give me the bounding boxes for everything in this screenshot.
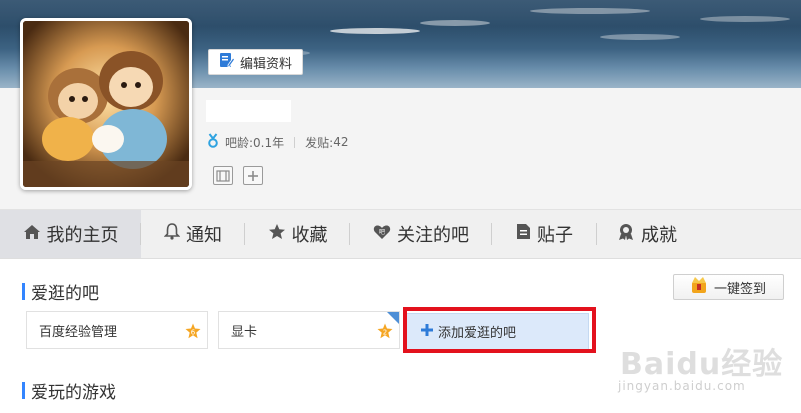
level-badge-icon: 6	[185, 323, 201, 343]
tab-posts[interactable]: 贴子	[492, 210, 597, 258]
posts-value: 42	[333, 135, 349, 149]
tab-achievements[interactable]: 成就	[597, 210, 697, 258]
stats-divider	[294, 136, 296, 148]
document-icon	[516, 223, 531, 245]
edit-profile-label: 编辑资料	[240, 56, 293, 72]
tab-favorites-label: 收藏	[291, 225, 328, 246]
favorite-bars-title: 爱逛的吧	[22, 279, 99, 304]
tab-achievements-label: 成就	[641, 225, 677, 246]
avatar[interactable]	[20, 18, 192, 190]
level-badge-icon: 2	[377, 323, 393, 343]
favorite-bar-name: 百度经验管理	[39, 324, 118, 340]
star-icon	[268, 223, 286, 245]
profile-stats: 吧龄: 0.1年 发贴: 42	[207, 133, 348, 151]
profile-mini-icons	[213, 166, 263, 185]
games-title: 爱玩的游戏	[22, 378, 116, 403]
sign-in-label: 一键签到	[714, 281, 767, 297]
one-click-sign-in-button[interactable]: 一键签到	[673, 274, 784, 300]
corner-flag-icon	[387, 312, 399, 324]
favorite-bars-title-text: 爱逛的吧	[31, 284, 99, 304]
username	[206, 100, 291, 122]
section-accent	[22, 382, 25, 399]
tab-followed-bars[interactable]: 吧 关注的吧	[350, 210, 492, 258]
watermark-brand: Baidu经验	[620, 347, 784, 382]
bell-icon	[163, 223, 181, 245]
edit-icon	[219, 52, 236, 72]
tab-favorites[interactable]: 收藏	[245, 210, 350, 258]
favorite-bar-card[interactable]: 百度经验管理 6	[26, 311, 208, 349]
favorite-bar-card[interactable]: 显卡 2	[218, 311, 400, 349]
games-title-text: 爱玩的游戏	[31, 383, 116, 403]
svg-text:吧: 吧	[379, 229, 385, 236]
add-badge-icon[interactable]	[243, 166, 263, 185]
posts-label: 发贴:	[305, 135, 334, 150]
bar-age-icon	[207, 133, 219, 151]
level-badge-number: 6	[191, 329, 196, 337]
baidu-jingyan-watermark: Baidu经验 jingyan.baidu.com	[608, 339, 798, 399]
bar-age-value: 0.1年	[253, 135, 285, 150]
level-badge-number: 2	[383, 329, 387, 337]
tab-notifications[interactable]: 通知	[141, 210, 245, 258]
watermark-url: jingyan.baidu.com	[618, 379, 746, 393]
edit-profile-button[interactable]: 编辑资料	[208, 49, 303, 75]
bar-age-label: 吧龄:	[225, 135, 254, 150]
favorite-bar-name: 显卡	[231, 324, 258, 340]
highlight-box	[403, 307, 596, 353]
home-icon	[23, 224, 41, 245]
medal-icon	[617, 223, 635, 246]
tab-notifications-label: 通知	[186, 225, 222, 246]
section-accent	[22, 283, 25, 300]
badge-slot-icon[interactable]	[213, 166, 233, 185]
page: 编辑资料 吧龄: 0.1年 发贴: 42 我的主页 通知 收藏 吧 关注的吧 贴…	[0, 0, 801, 413]
profile-nav: 我的主页 通知 收藏 吧 关注的吧 贴子 成就	[0, 209, 801, 259]
avatar-image	[23, 21, 189, 187]
tab-my-home-label: 我的主页	[46, 225, 119, 246]
tab-my-home[interactable]: 我的主页	[0, 210, 141, 258]
heart-bar-icon: 吧	[373, 224, 391, 245]
crown-icon	[690, 276, 708, 298]
tab-followed-bars-label: 关注的吧	[397, 225, 469, 246]
tab-posts-label: 贴子	[537, 225, 573, 246]
